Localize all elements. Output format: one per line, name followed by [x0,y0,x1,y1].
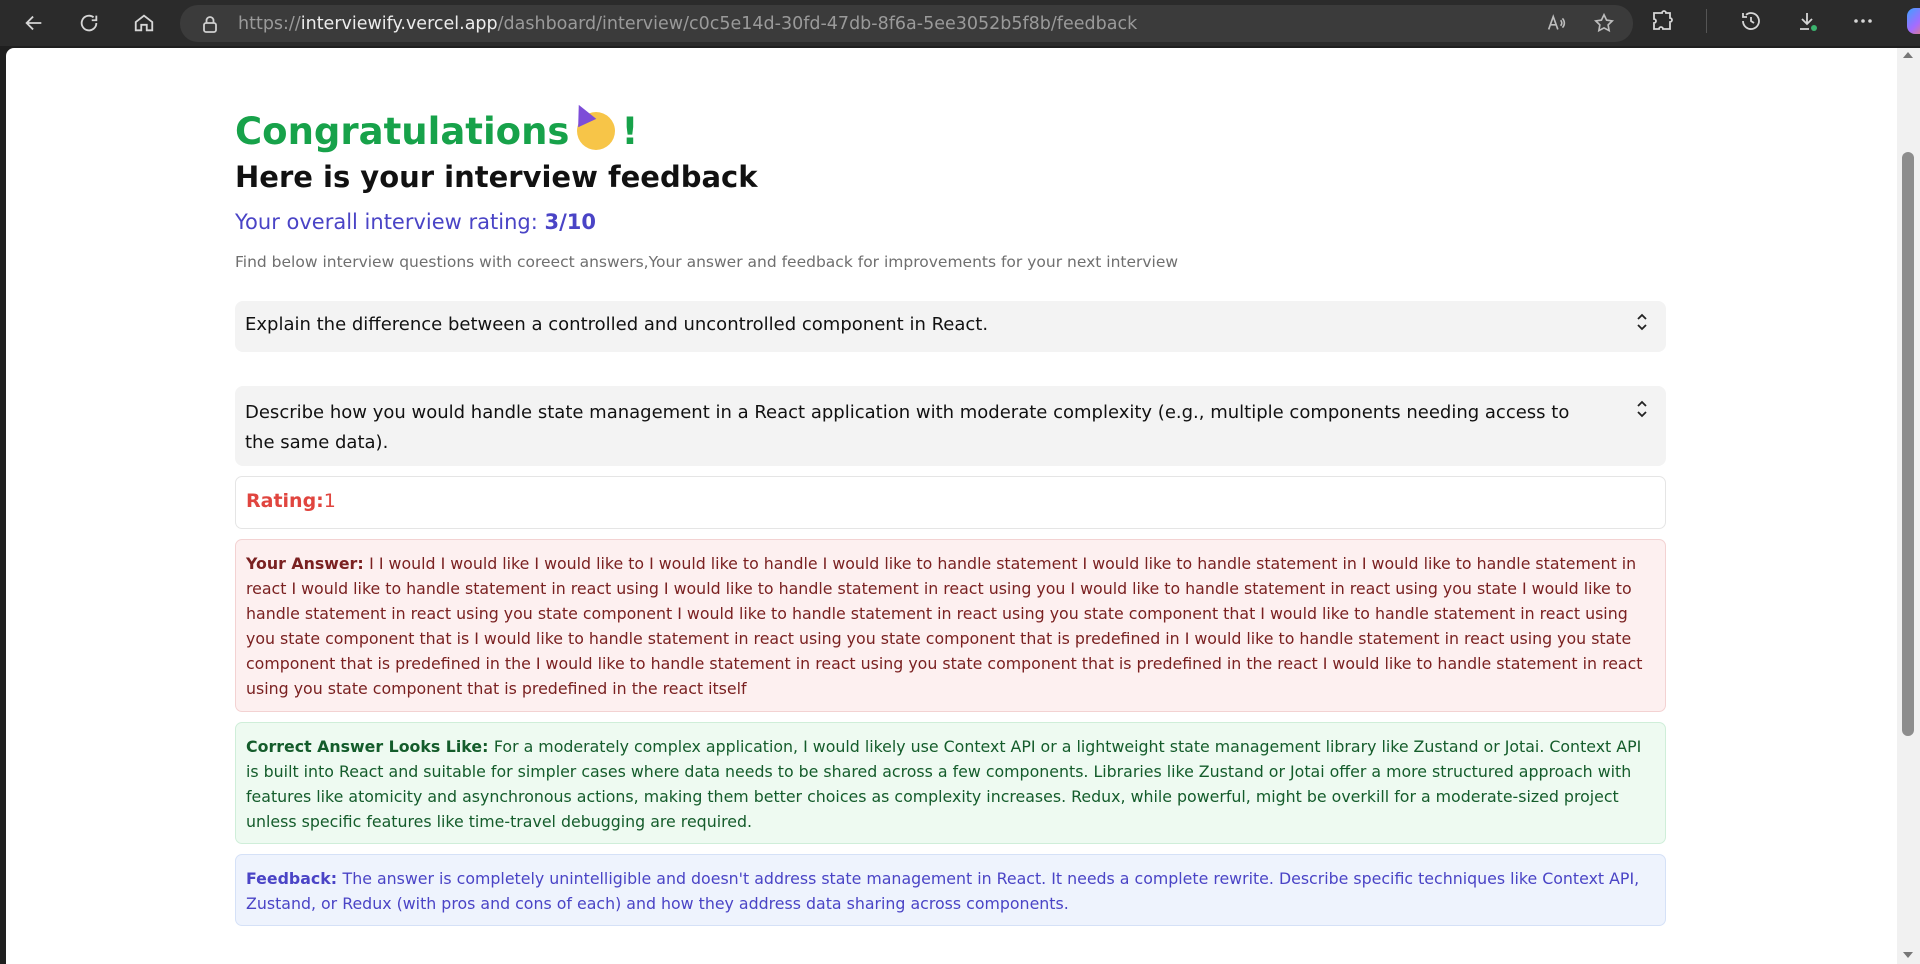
scroll-down-arrow-icon[interactable] [1903,952,1913,958]
party-face-emoji [577,112,616,150]
back-arrow-icon [25,15,42,31]
question-text: Explain the difference between a control… [245,314,989,335]
star-icon[interactable] [1593,12,1615,34]
copilot-icon[interactable] [1907,8,1920,34]
overall-rating: Your overall interview rating: 3/10 [235,210,1666,240]
rating-value: 1 [323,490,336,512]
url-host: interviewify.vercel.app [300,13,498,34]
correct-answer-box: Correct Answer Looks Like: For a moderat… [235,722,1666,844]
answer-text: I I would I would like I would like to I… [246,554,1643,698]
rating-label: Rating: [246,490,324,512]
url-scheme: https:// [238,13,301,34]
address-bar[interactable]: https://interviewify.vercel.app/dashboar… [180,5,1633,42]
url-text[interactable]: https://interviewify.vercel.app/dashboar… [238,14,1137,34]
toolbar-separator [1706,9,1707,33]
page-subtitle: Here is your interview feedback [235,160,758,194]
page-description: Find below interview questions with core… [235,253,1179,271]
scroll-thumb[interactable] [1902,152,1914,736]
lock-icon[interactable] [202,15,218,33]
question-rating-box: Rating:1 [235,476,1666,529]
more-icon[interactable] [1851,9,1875,33]
overall-rating-label: Your overall interview rating: [235,210,545,234]
overall-rating-value: 3/10 [544,210,596,234]
chevron-up-down-icon [1636,313,1648,331]
url-path: /dashboard/interview/c0c5e14d-30fd-47db-… [497,13,1138,34]
download-icon[interactable] [1795,9,1819,33]
feedback-box: Feedback: The answer is completely unint… [235,854,1666,926]
puzzle-icon[interactable] [1650,9,1674,33]
answer-label: Your Answer: [246,554,370,573]
congrats-title: Congratulations [235,109,570,153]
scroll-up-arrow-icon[interactable] [1903,52,1913,58]
user-answer-box: Your Answer: I I would I would like I wo… [235,539,1666,712]
home-icon [134,14,154,32]
read-aloud-icon[interactable] [1545,12,1567,34]
question-text: Describe how you would handle state mana… [245,402,1570,453]
congrats-suffix: ! [621,109,639,153]
chevron-up-down-icon [1636,398,1648,418]
back-button[interactable] [14,3,54,43]
correct-answer-label: Correct Answer Looks Like: [246,737,494,756]
question-accordion-1[interactable]: Explain the difference between a control… [235,301,1666,352]
congrats-heading: Congratulations ! [235,106,1666,156]
history-icon[interactable] [1739,9,1763,33]
feedback-label: Feedback: [246,869,343,888]
refresh-button[interactable] [69,3,109,43]
refresh-icon [80,14,98,32]
page-scrollbar[interactable] [1897,48,1920,964]
browser-toolbar: https://interviewify.vercel.app/dashboar… [0,0,1920,46]
feedback-content: Congratulations ! Here is your interview… [235,106,1666,926]
home-button[interactable] [124,3,164,43]
question-accordion-2[interactable]: Describe how you would handle state mana… [235,386,1666,466]
page-viewport: Congratulations ! Here is your interview… [6,48,1897,964]
feedback-text: The answer is completely unintelligible … [246,869,1640,913]
